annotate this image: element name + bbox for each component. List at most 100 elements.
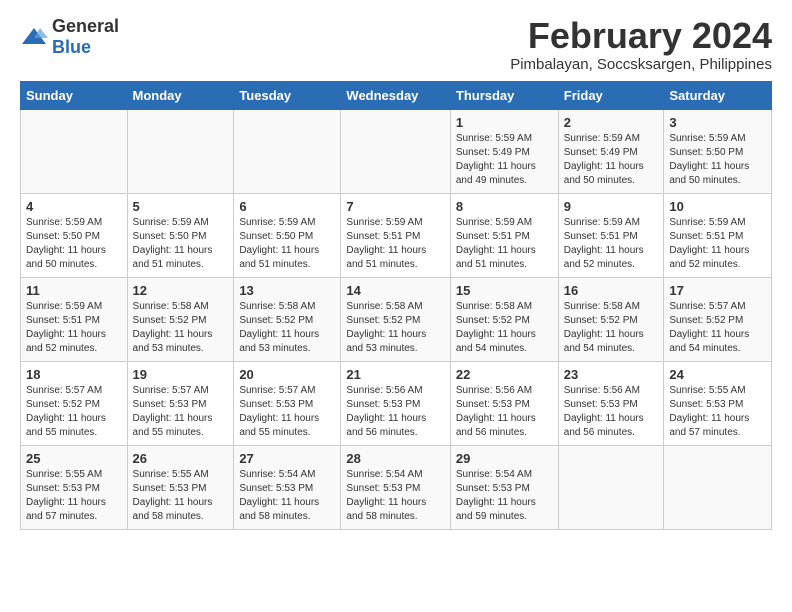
day-detail: Sunrise: 5:57 AMSunset: 5:53 PMDaylight:…: [133, 384, 229, 440]
cell-w4-d2: 27 Sunrise: 5:54 AMSunset: 5:53 PMDayligh…: [234, 445, 341, 529]
cell-w2-d5: 16 Sunrise: 5:58 AMSunset: 5:52 PMDayligh…: [558, 277, 664, 361]
calendar-table: Sunday Monday Tuesday Wednesday Thursday…: [20, 81, 772, 530]
day-detail: Sunrise: 5:59 AMSunset: 5:51 PMDaylight:…: [456, 216, 553, 272]
day-number: 14: [346, 283, 444, 298]
cell-w2-d6: 17 Sunrise: 5:57 AMSunset: 5:52 PMDayligh…: [664, 277, 772, 361]
day-detail: Sunrise: 5:54 AMSunset: 5:53 PMDaylight:…: [346, 468, 444, 524]
cell-w0-d6: 3 Sunrise: 5:59 AMSunset: 5:50 PMDaylight…: [664, 109, 772, 193]
cell-w4-d0: 25 Sunrise: 5:55 AMSunset: 5:53 PMDayligh…: [21, 445, 128, 529]
day-detail: Sunrise: 5:59 AMSunset: 5:51 PMDaylight:…: [564, 216, 659, 272]
col-saturday: Saturday: [664, 81, 772, 109]
cell-w1-d5: 9 Sunrise: 5:59 AMSunset: 5:51 PMDaylight…: [558, 193, 664, 277]
day-number: 6: [239, 199, 335, 214]
day-number: 29: [456, 451, 553, 466]
logo-blue: Blue: [52, 37, 91, 57]
cell-w4-d1: 26Sunrise: 5:55 AMSunset: 5:53 PMDayligh…: [127, 445, 234, 529]
day-number: 18: [26, 367, 122, 382]
day-number: 12: [133, 283, 229, 298]
day-number: 24: [669, 367, 766, 382]
cell-w3-d5: 23 Sunrise: 5:56 AMSunset: 5:53 PMDayligh…: [558, 361, 664, 445]
day-detail: Sunrise: 5:59 AMSunset: 5:51 PMDaylight:…: [669, 216, 766, 272]
day-number: 17: [669, 283, 766, 298]
logo-general: General: [52, 16, 119, 36]
day-number: 25: [26, 451, 122, 466]
day-detail: Sunrise: 5:58 AMSunset: 5:52 PMDaylight:…: [346, 300, 444, 356]
cell-w2-d2: 13 Sunrise: 5:58 AMSunset: 5:52 PMDayligh…: [234, 277, 341, 361]
cell-w3-d6: 24 Sunrise: 5:55 AMSunset: 5:53 PMDayligh…: [664, 361, 772, 445]
day-detail: Sunrise: 5:54 AMSunset: 5:53 PMDaylight:…: [239, 468, 335, 524]
day-detail: Sunrise: 5:59 AMSunset: 5:50 PMDaylight:…: [26, 216, 122, 272]
page-header: General Blue February 2024 Pimbalayan, S…: [20, 16, 772, 73]
day-detail: Sunrise: 5:55 AMSunset: 5:53 PMDaylight:…: [26, 468, 122, 524]
col-sunday: Sunday: [21, 81, 128, 109]
col-thursday: Thursday: [450, 81, 558, 109]
day-detail: Sunrise: 5:56 AMSunset: 5:53 PMDaylight:…: [346, 384, 444, 440]
day-detail: Sunrise: 5:54 AMSunset: 5:53 PMDaylight:…: [456, 468, 553, 524]
day-detail: Sunrise: 5:57 AMSunset: 5:52 PMDaylight:…: [26, 384, 122, 440]
cell-w1-d0: 4 Sunrise: 5:59 AMSunset: 5:50 PMDaylight…: [21, 193, 128, 277]
day-detail: Sunrise: 5:57 AMSunset: 5:52 PMDaylight:…: [669, 300, 766, 356]
col-friday: Friday: [558, 81, 664, 109]
day-detail: Sunrise: 5:58 AMSunset: 5:52 PMDaylight:…: [133, 300, 229, 356]
day-detail: Sunrise: 5:59 AMSunset: 5:49 PMDaylight:…: [456, 132, 553, 188]
cell-w0-d0: [21, 109, 128, 193]
day-number: 10: [669, 199, 766, 214]
day-number: 9: [564, 199, 659, 214]
cell-w1-d4: 8 Sunrise: 5:59 AMSunset: 5:51 PMDaylight…: [450, 193, 558, 277]
day-detail: Sunrise: 5:55 AMSunset: 5:53 PMDaylight:…: [669, 384, 766, 440]
cell-w2-d0: 11 Sunrise: 5:59 AMSunset: 5:51 PMDayligh…: [21, 277, 128, 361]
cell-w0-d5: 2 Sunrise: 5:59 AMSunset: 5:49 PMDaylight…: [558, 109, 664, 193]
day-detail: Sunrise: 5:59 AMSunset: 5:49 PMDaylight:…: [564, 132, 659, 188]
logo-icon: [20, 26, 48, 48]
week-row-1: 4 Sunrise: 5:59 AMSunset: 5:50 PMDaylight…: [21, 193, 772, 277]
cell-w0-d2: [234, 109, 341, 193]
col-wednesday: Wednesday: [341, 81, 450, 109]
day-detail: Sunrise: 5:59 AMSunset: 5:50 PMDaylight:…: [239, 216, 335, 272]
page-subtitle: Pimbalayan, Soccsksargen, Philippines: [510, 56, 772, 73]
cell-w1-d1: 5Sunrise: 5:59 AMSunset: 5:50 PMDaylight…: [127, 193, 234, 277]
cell-w4-d4: 29 Sunrise: 5:54 AMSunset: 5:53 PMDayligh…: [450, 445, 558, 529]
day-number: 15: [456, 283, 553, 298]
page-title: February 2024: [510, 16, 772, 56]
cell-w3-d0: 18 Sunrise: 5:57 AMSunset: 5:52 PMDayligh…: [21, 361, 128, 445]
day-number: 23: [564, 367, 659, 382]
day-detail: Sunrise: 5:58 AMSunset: 5:52 PMDaylight:…: [456, 300, 553, 356]
day-number: 7: [346, 199, 444, 214]
cell-w4-d3: 28 Sunrise: 5:54 AMSunset: 5:53 PMDayligh…: [341, 445, 450, 529]
day-number: 20: [239, 367, 335, 382]
day-number: 16: [564, 283, 659, 298]
day-number: 27: [239, 451, 335, 466]
day-detail: Sunrise: 5:58 AMSunset: 5:52 PMDaylight:…: [564, 300, 659, 356]
day-number: 11: [26, 283, 122, 298]
day-detail: Sunrise: 5:57 AMSunset: 5:53 PMDaylight:…: [239, 384, 335, 440]
col-tuesday: Tuesday: [234, 81, 341, 109]
day-number: 13: [239, 283, 335, 298]
cell-w1-d6: 10 Sunrise: 5:59 AMSunset: 5:51 PMDayligh…: [664, 193, 772, 277]
cell-w1-d3: 7Sunrise: 5:59 AMSunset: 5:51 PMDaylight…: [341, 193, 450, 277]
day-number: 4: [26, 199, 122, 214]
cell-w0-d1: [127, 109, 234, 193]
cell-w2-d1: 12 Sunrise: 5:58 AMSunset: 5:52 PMDayligh…: [127, 277, 234, 361]
day-detail: Sunrise: 5:58 AMSunset: 5:52 PMDaylight:…: [239, 300, 335, 356]
week-row-2: 11 Sunrise: 5:59 AMSunset: 5:51 PMDayligh…: [21, 277, 772, 361]
cell-w3-d1: 19Sunrise: 5:57 AMSunset: 5:53 PMDayligh…: [127, 361, 234, 445]
day-detail: Sunrise: 5:59 AMSunset: 5:50 PMDaylight:…: [133, 216, 229, 272]
day-number: 21: [346, 367, 444, 382]
cell-w1-d2: 6 Sunrise: 5:59 AMSunset: 5:50 PMDaylight…: [234, 193, 341, 277]
day-number: 3: [669, 115, 766, 130]
day-number: 28: [346, 451, 444, 466]
cell-w3-d3: 21 Sunrise: 5:56 AMSunset: 5:53 PMDayligh…: [341, 361, 450, 445]
day-detail: Sunrise: 5:59 AMSunset: 5:50 PMDaylight:…: [669, 132, 766, 188]
cell-w4-d5: [558, 445, 664, 529]
day-detail: Sunrise: 5:59 AMSunset: 5:51 PMDaylight:…: [26, 300, 122, 356]
day-detail: Sunrise: 5:55 AMSunset: 5:53 PMDaylight:…: [133, 468, 229, 524]
calendar-header-row: Sunday Monday Tuesday Wednesday Thursday…: [21, 81, 772, 109]
cell-w0-d4: 1Sunrise: 5:59 AMSunset: 5:49 PMDaylight…: [450, 109, 558, 193]
cell-w4-d6: [664, 445, 772, 529]
day-detail: Sunrise: 5:56 AMSunset: 5:53 PMDaylight:…: [564, 384, 659, 440]
day-number: 8: [456, 199, 553, 214]
day-number: 2: [564, 115, 659, 130]
col-monday: Monday: [127, 81, 234, 109]
day-detail: Sunrise: 5:56 AMSunset: 5:53 PMDaylight:…: [456, 384, 553, 440]
day-number: 22: [456, 367, 553, 382]
